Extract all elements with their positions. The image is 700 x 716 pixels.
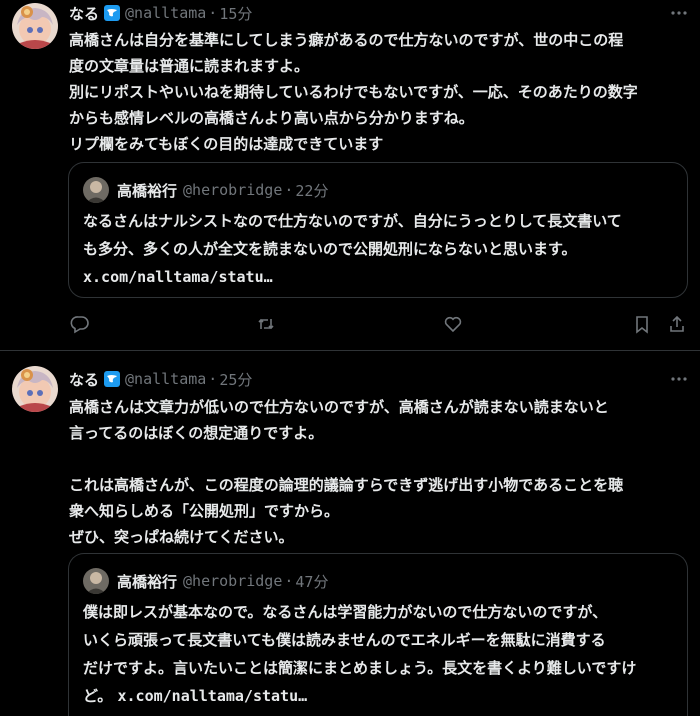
quoted-timestamp: 22分	[295, 181, 329, 200]
avatar[interactable]	[12, 366, 58, 412]
quoted-text-line: だけですよ。言いたいことは簡潔にまとめましょう。長文を書くより難しいですけ	[83, 659, 637, 677]
avatar[interactable]	[12, 3, 58, 49]
tweet-text-line: ぜひ、突っぱね続けてください。	[69, 528, 294, 546]
quoted-tweet[interactable]: 高橋裕行 @herobridge · 22分 なるさんはナルシストなので仕方ない…	[68, 162, 688, 298]
tweet-text-line: 度の文章量は普通に読まれますよ。	[69, 57, 310, 75]
quoted-text-line: いくら頑張って長文書いても僕は読みませんのでエネルギーを無駄に消費する	[83, 631, 606, 649]
tweet-text: 高橋さんは自分を基準にしてしまう癖があるので仕方ないのですが、世の中この程 度の文…	[69, 27, 686, 157]
tweet-text-line: 衆へ知らしめる「公開処刑」ですから。	[69, 502, 340, 520]
quoted-timestamp: 47分	[295, 572, 329, 591]
author-name[interactable]: なる	[69, 369, 99, 390]
author-handle[interactable]: @nalltama	[125, 370, 206, 388]
tweet-text-line: 高橋さんは自分を基準にしてしまう癖があるので仕方ないのですが、世の中この程	[69, 31, 624, 49]
reply-icon[interactable]	[69, 313, 91, 335]
quoted-text-fragment: ど。	[83, 687, 118, 705]
repost-icon[interactable]	[255, 313, 277, 335]
tweet-text-line	[69, 446, 686, 472]
tweet-header: なる @nalltama · 25分	[69, 368, 688, 390]
tweet-text-line: 別にリポストやいいねを期待しているわけでもないですが、一応、そのあたりの数字	[69, 83, 638, 101]
separator-dot: ·	[284, 181, 294, 199]
timestamp[interactable]: 15分	[219, 3, 252, 24]
verified-badge-icon	[103, 4, 121, 22]
quoted-header: 高橋裕行 @herobridge · 47分	[117, 570, 675, 592]
quoted-avatar[interactable]	[83, 568, 109, 594]
share-icon[interactable]	[666, 313, 688, 335]
action-bar	[69, 313, 688, 335]
tweet-text-line: これは高橋さんが、この程度の論理的議論すらできず逃げ出す小物であることを聴	[69, 476, 624, 494]
verified-badge-icon	[103, 370, 121, 388]
separator-dot: ·	[284, 572, 294, 590]
quoted-text: 僕は即レスが基本なので。なるさんは学習能力がないので仕方ないのですが、 いくら頑張…	[83, 598, 673, 710]
tweet-text-line: 言ってるのはぼくの想定通りですよ。	[69, 424, 324, 442]
quoted-avatar[interactable]	[83, 177, 109, 203]
quoted-text-line: も多分、多くの人が全文を読まないので公開処刑にならないと思います。	[83, 240, 577, 258]
quoted-text-line: ど。 x.com/nalltama/statu…	[83, 682, 673, 710]
timestamp[interactable]: 25分	[219, 369, 252, 390]
separator-dot: ·	[208, 370, 218, 388]
tweet-text: 高橋さんは文章力が低いので仕方ないのですが、高橋さんが読まない読まないと 言ってる…	[69, 394, 686, 550]
quoted-text-line: 僕は即レスが基本なので。なるさんは学習能力がないので仕方ないのですが、	[83, 603, 608, 621]
author-handle[interactable]: @nalltama	[125, 4, 206, 22]
tweet-text-line: からも感情レベルの高橋さんより高い点から分かりますね。	[69, 109, 474, 127]
like-icon[interactable]	[442, 313, 464, 335]
quoted-author-name: 高橋裕行	[117, 181, 178, 200]
separator-dot: ·	[208, 4, 218, 22]
tweet[interactable]: なる @nalltama · 15分 高橋さんは自分を基準にしてしまう癖があるの…	[0, 0, 700, 351]
quoted-link[interactable]: x.com/nalltama/statu…	[83, 263, 673, 291]
quoted-tweet[interactable]: 高橋裕行 @herobridge · 47分 僕は即レスが基本なので。なるさんは…	[68, 553, 688, 716]
more-options-icon[interactable]	[670, 2, 688, 24]
quoted-link[interactable]: x.com/nalltama/statu…	[117, 687, 307, 705]
quoted-author-handle: @herobridge	[183, 572, 283, 590]
tweet-text-line: 高橋さんは文章力が低いので仕方ないのですが、高橋さんが読まない読まないと	[69, 398, 609, 416]
author-name[interactable]: なる	[69, 3, 99, 24]
quoted-author-handle: @herobridge	[183, 181, 283, 199]
quoted-text-line: なるさんはナルシストなので仕方ないのですが、自分にうっとりして長文書いて	[83, 212, 622, 230]
more-options-icon[interactable]	[670, 368, 688, 390]
quoted-header: 高橋裕行 @herobridge · 22分	[117, 179, 675, 201]
tweet-text-line: リプ欄をみてもぼくの目的は達成できています	[69, 135, 384, 153]
quoted-author-name: 高橋裕行	[117, 572, 178, 591]
quoted-text: なるさんはナルシストなので仕方ないのですが、自分にうっとりして長文書いて も多分、…	[83, 207, 673, 291]
tweet-header: なる @nalltama · 15分	[69, 2, 688, 24]
bookmark-icon[interactable]	[631, 313, 653, 335]
